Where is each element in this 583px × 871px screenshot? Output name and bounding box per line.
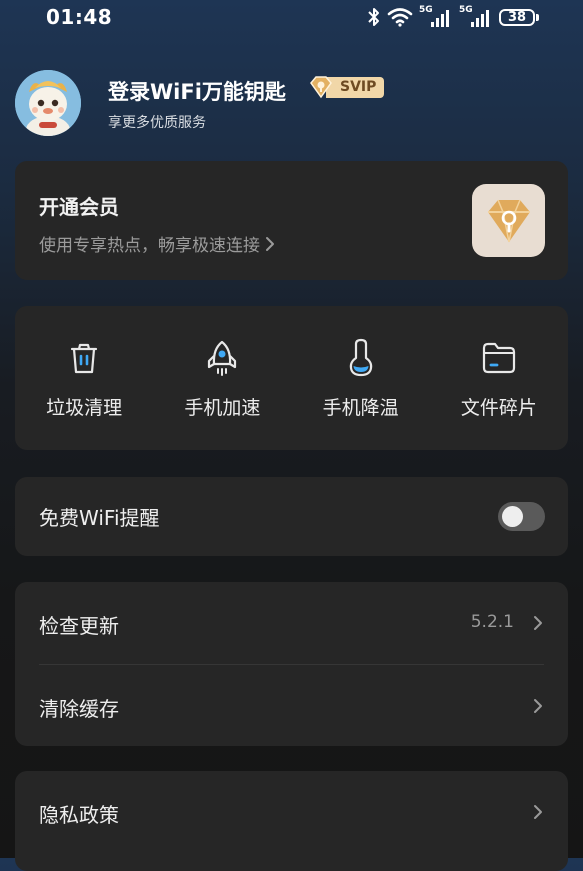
wifi-icon	[387, 8, 413, 27]
chevron-right-icon	[266, 236, 274, 251]
status-bar: 01:48 5G 5G 38	[0, 0, 583, 36]
tool-label: 手机降温	[322, 397, 399, 419]
tool-trash-clean[interactable]: 垃圾清理	[15, 306, 153, 450]
settings-card: 检查更新 5.2.1 清除缓存	[15, 582, 568, 746]
battery-level: 38	[499, 8, 535, 26]
profile-header[interactable]: 登录WiFi万能钥匙 SVIP 享更多优质服务	[15, 70, 575, 136]
version-value: 5.2.1	[470, 612, 514, 632]
folder-icon	[482, 342, 515, 374]
login-title[interactable]: 登录WiFi万能钥匙	[108, 76, 286, 106]
thermometer-icon	[349, 338, 372, 377]
wifi-reminder-row: 免费WiFi提醒	[15, 477, 568, 556]
tool-label: 手机加速	[184, 397, 261, 419]
privacy-policy-label: 隐私政策	[39, 803, 119, 827]
diamond-icon	[310, 76, 332, 99]
tool-label: 垃圾清理	[46, 397, 123, 419]
vip-subtitle[interactable]: 使用专享热点，畅享极速连接	[39, 231, 276, 256]
clear-cache-row[interactable]: 清除缓存	[15, 665, 568, 746]
bluetooth-icon	[368, 8, 379, 26]
chevron-right-icon	[534, 616, 542, 630]
avatar[interactable]	[15, 70, 81, 136]
chevron-right-icon	[534, 805, 542, 819]
status-icons: 5G 5G 38	[367, 5, 539, 28]
svip-label: SVIP	[326, 76, 385, 98]
tool-phone-boost[interactable]: 手机加速	[153, 306, 291, 450]
login-subtitle: 享更多优质服务	[108, 115, 206, 131]
rocket-icon	[208, 340, 237, 376]
wifi-reminder-toggle[interactable]	[498, 502, 545, 531]
tool-label: 文件碎片	[460, 397, 537, 419]
svip-badge: SVIP	[308, 74, 385, 100]
wifi-reminder-label: 免费WiFi提醒	[39, 506, 160, 530]
toggle-knob	[502, 506, 523, 527]
trash-icon	[71, 343, 98, 374]
signal-icon: 5G	[419, 5, 453, 28]
check-update-row[interactable]: 检查更新 5.2.1	[15, 582, 568, 664]
vip-diamond-icon[interactable]	[472, 184, 545, 257]
privacy-policy-row[interactable]: 隐私政策	[15, 771, 568, 871]
tool-file-fragments[interactable]: 文件碎片	[430, 306, 568, 450]
chevron-right-icon	[534, 699, 542, 713]
vip-title: 开通会员	[39, 195, 119, 219]
tool-phone-cool[interactable]: 手机降温	[292, 306, 430, 450]
tools-card: 垃圾清理 手机加速 手机降温 文件碎片	[15, 306, 568, 450]
vip-card[interactable]: 开通会员 使用专享热点，畅享极速连接	[15, 161, 568, 280]
check-update-label: 检查更新	[39, 614, 119, 638]
clear-cache-label: 清除缓存	[39, 697, 119, 721]
status-time: 01:48	[46, 5, 113, 29]
battery-icon: 38	[499, 8, 539, 26]
signal-icon: 5G	[459, 5, 493, 28]
vip-subtitle-text: 使用专享热点，畅享极速连接	[39, 236, 260, 256]
